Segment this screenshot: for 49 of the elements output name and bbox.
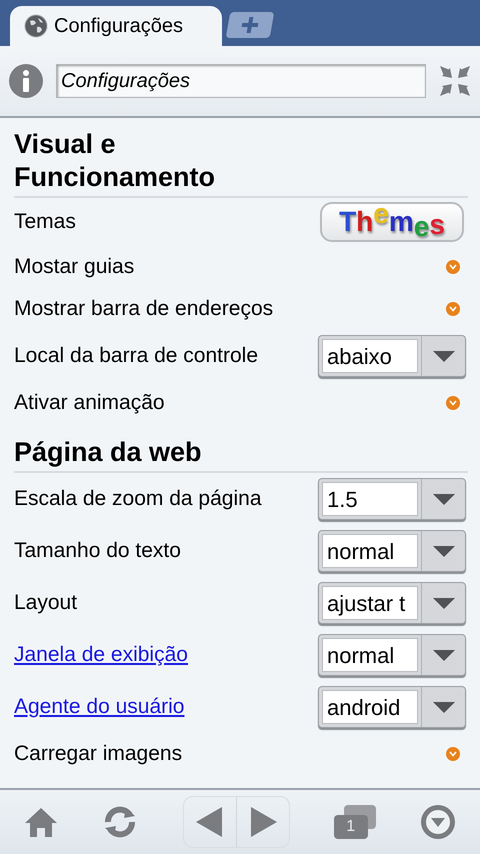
caret-icon [432,350,454,362]
themes-button[interactable]: Themes [320,202,464,242]
checkbox[interactable] [446,302,460,316]
check-icon [449,400,457,406]
caret-icon [432,598,454,608]
setting-label: Local da barra de controle [14,343,258,370]
dropdown[interactable]: android [318,686,466,728]
check-icon [449,264,457,270]
caret-icon [432,702,454,712]
caret-icon [432,494,454,504]
dropdown-value: normal [327,642,394,670]
check-icon [449,306,457,312]
setting-label: Carregar imagens [14,741,182,768]
checkbox[interactable] [446,260,460,274]
dropdown[interactable]: normal [318,530,466,572]
dropdown-value: android [327,694,400,722]
dropdown-value: normal [327,538,394,566]
new-tab-button[interactable] [226,12,274,38]
setting-link[interactable]: Agente do usuário [14,691,184,723]
setting-label: Temas [14,209,76,236]
address-field[interactable]: Configurações [56,64,426,98]
globe-icon [24,14,48,38]
dropdown-value: ajustar t [327,590,406,618]
caret-icon [432,650,454,660]
setting-label: Layout [14,590,78,616]
setting-label: Ativar animação [14,390,165,416]
section-heading: Página da web [14,436,203,469]
setting-label: Mostrar barra de endereços [14,296,274,322]
browser-tab[interactable]: Configurações [10,6,222,46]
collapse-icon[interactable] [438,64,472,98]
setting-link[interactable]: Janela de exibição [14,639,188,671]
check-icon [449,751,457,757]
dropdown-value: abaixo [327,342,392,370]
checkbox[interactable] [446,396,460,410]
info-icon[interactable] [8,63,44,99]
dropdown-value: 1.5 [327,486,358,514]
dropdown[interactable]: 1.5 [318,478,466,520]
tab-title: Configurações [54,14,183,39]
dropdown[interactable]: ajustar t [318,582,466,624]
menu-icon[interactable] [420,804,456,840]
home-icon[interactable] [24,806,58,838]
setting-label: Mostar guias [14,254,134,280]
setting-label: Escala de zoom da página [14,486,262,512]
dropdown[interactable]: normal [318,634,466,676]
dropdown[interactable]: abaixo [318,335,466,377]
setting-label: Tamanho do texto [14,538,181,564]
checkbox[interactable] [446,747,460,761]
section-heading: Visual e Funcionamento [14,128,216,194]
caret-icon [432,546,454,556]
